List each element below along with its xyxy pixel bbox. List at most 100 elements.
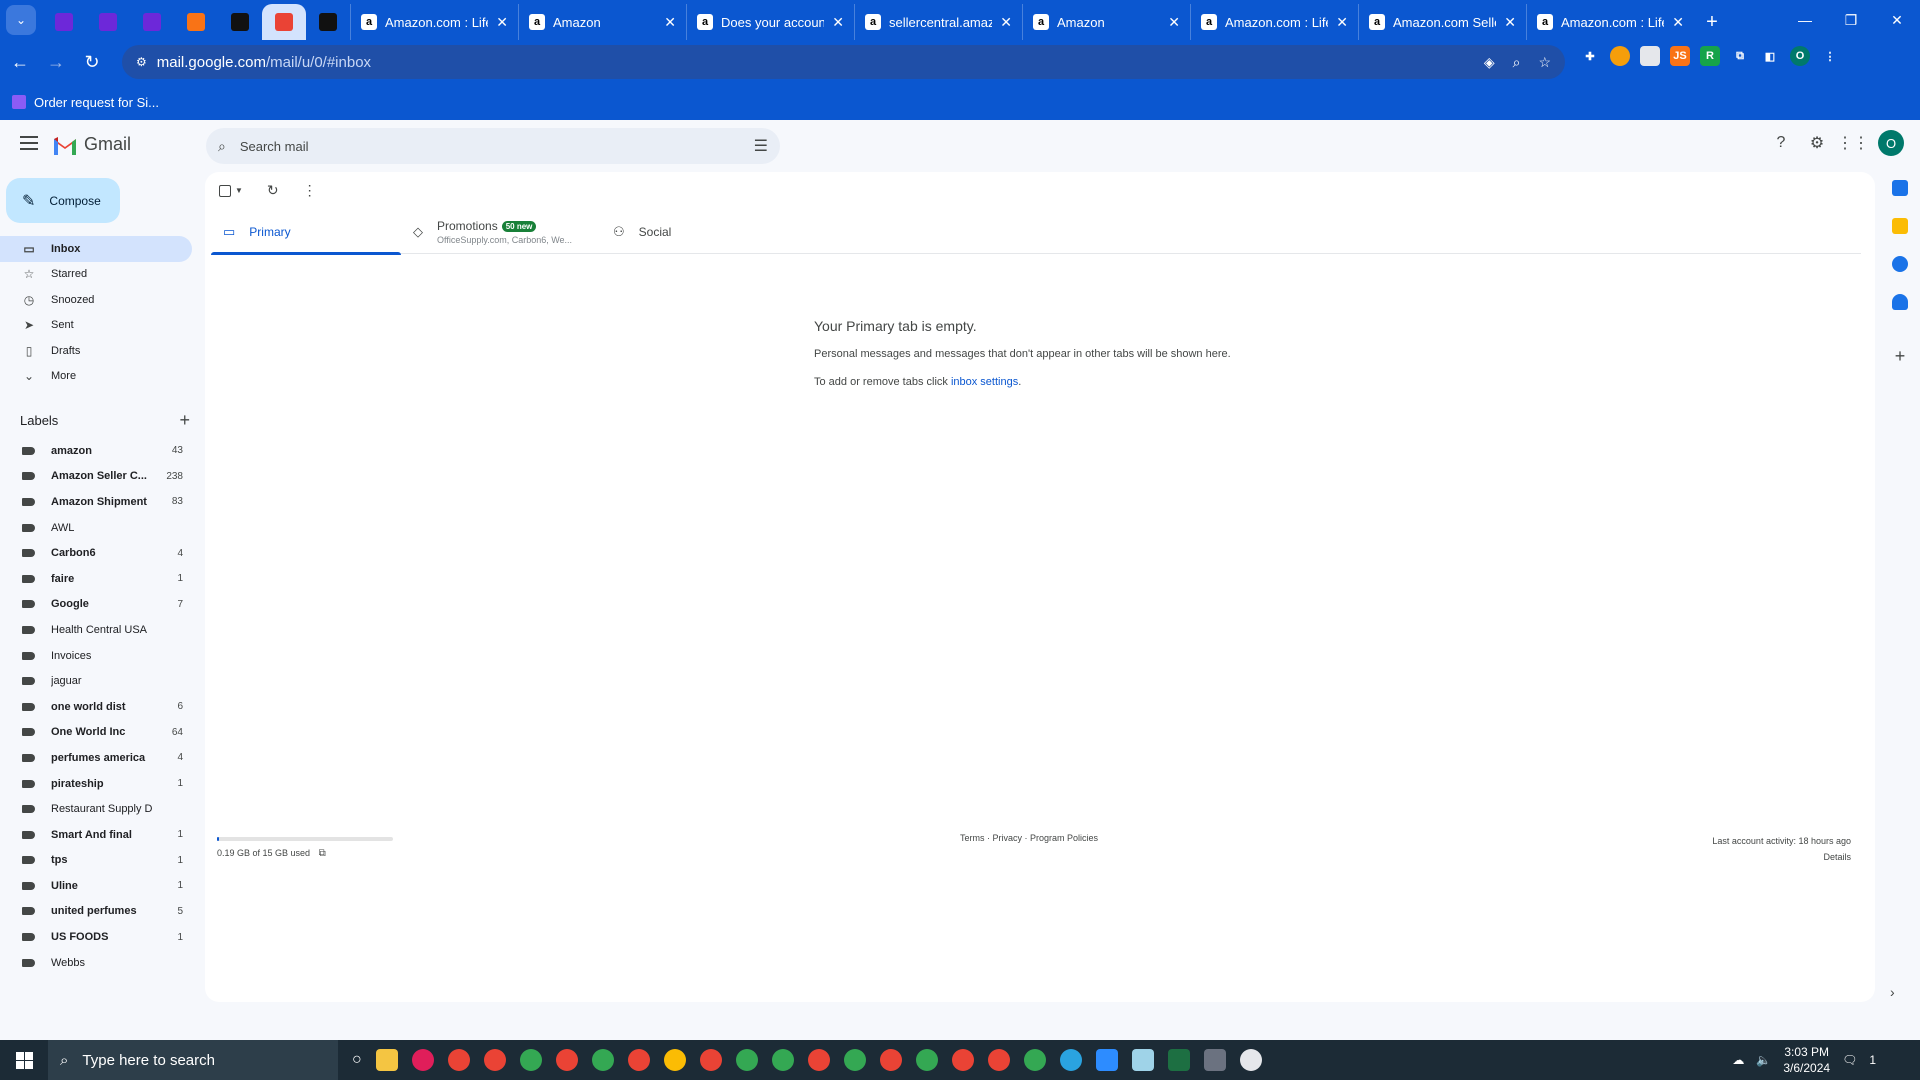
browser-tab[interactable]: a Amazon ✕ — [1022, 4, 1190, 40]
chrome-profile-icon[interactable] — [987, 1049, 1010, 1071]
footer-links[interactable]: Terms · Privacy · Program Policies — [960, 833, 1098, 843]
chrome-profile-icon[interactable] — [663, 1049, 686, 1071]
close-tab-icon[interactable]: ✕ — [1000, 14, 1012, 31]
nav-item-more[interactable]: ⌄ More — [0, 364, 192, 390]
main-menu-icon[interactable] — [20, 136, 38, 150]
label-item[interactable]: Carbon6 4 — [0, 540, 192, 566]
slack-icon[interactable] — [411, 1049, 434, 1071]
label-item[interactable]: AWL — [0, 515, 192, 541]
extension-js-icon[interactable]: JS — [1670, 46, 1690, 66]
label-item[interactable]: one world dist 6 — [0, 694, 192, 720]
profile-avatar[interactable]: O — [1790, 46, 1810, 66]
close-tab-icon[interactable]: ✕ — [832, 14, 844, 31]
gmail-logo[interactable]: Gmail — [52, 134, 131, 155]
chrome-profile-icon[interactable] — [951, 1049, 974, 1071]
tab-promotions[interactable]: ◇ Promotions 50 new OfficeSupply.com, Ca… — [401, 210, 601, 254]
restore-button[interactable]: ❐ — [1828, 0, 1874, 40]
notepad-icon[interactable] — [1131, 1049, 1154, 1071]
settings-gear-icon[interactable]: ⚙ — [1806, 132, 1828, 154]
chrome-profile-icon[interactable] — [555, 1049, 578, 1071]
bookmark-star-icon[interactable]: ☆ — [1538, 54, 1551, 71]
excel-icon[interactable] — [1167, 1049, 1190, 1071]
reload-button[interactable]: ↻ — [76, 46, 108, 78]
search-icon[interactable]: ⌕ — [218, 138, 226, 155]
extensions-menu-icon[interactable]: ⧉ — [1730, 46, 1750, 66]
pinned-tab-purple-app-3[interactable] — [130, 4, 174, 40]
chrome-profile-icon[interactable] — [627, 1049, 650, 1071]
zoom-icon[interactable]: ⌕ — [1513, 54, 1521, 71]
inbox-settings-link[interactable]: inbox settings — [951, 376, 1018, 388]
extension-green-icon[interactable]: R — [1700, 46, 1720, 66]
extension-orange-icon[interactable] — [1610, 46, 1630, 66]
chrome-profile-icon[interactable] — [1023, 1049, 1046, 1071]
get-addons-icon[interactable]: + — [1895, 346, 1906, 367]
telegram-icon[interactable] — [1059, 1049, 1082, 1071]
browser-tab[interactable]: a Amazon.com : Life ✕ — [1526, 4, 1694, 40]
minimize-button[interactable]: — — [1782, 0, 1828, 40]
back-button[interactable]: ← — [4, 46, 36, 78]
label-item[interactable]: Health Central USA — [0, 617, 192, 643]
label-item[interactable]: Google 7 — [0, 592, 192, 618]
more-options-icon[interactable]: ⋮ — [303, 182, 317, 199]
keep-icon[interactable] — [1892, 218, 1908, 234]
close-tab-icon[interactable]: ✕ — [1672, 14, 1684, 31]
network-icon[interactable]: ☁ — [1732, 1053, 1744, 1067]
pinned-tab-amazon[interactable] — [218, 4, 262, 40]
speaker-icon[interactable]: 🔈 — [1756, 1053, 1771, 1067]
nav-item-drafts[interactable]: ▯ Drafts — [0, 338, 192, 364]
create-label-icon[interactable]: + — [179, 410, 190, 431]
chrome-profile-icon[interactable] — [447, 1049, 470, 1071]
label-item[interactable]: pirateship 1 — [0, 771, 192, 797]
chrome-profile-icon[interactable] — [807, 1049, 830, 1071]
label-item[interactable]: Amazon Seller C... 238 — [0, 464, 192, 490]
label-item[interactable]: amazon 43 — [0, 438, 192, 464]
nav-item-sent[interactable]: ➤ Sent — [0, 313, 192, 339]
extension-grey-icon[interactable] — [1640, 46, 1660, 66]
pinned-tab-purple-app-2[interactable] — [86, 4, 130, 40]
file-explorer-icon[interactable] — [375, 1049, 398, 1071]
chrome-profile-icon[interactable] — [483, 1049, 506, 1071]
tab-search-button[interactable]: ⌄ — [6, 5, 36, 35]
chrome-profile-icon[interactable] — [915, 1049, 938, 1071]
refresh-icon[interactable]: ↻ — [267, 182, 279, 199]
show-side-panel-icon[interactable]: › — [1890, 984, 1895, 1000]
forward-button[interactable]: → — [40, 46, 72, 78]
close-tab-icon[interactable]: ✕ — [1504, 14, 1516, 31]
zoom-icon[interactable] — [1095, 1049, 1118, 1071]
label-item[interactable]: US FOODS 1 — [0, 924, 192, 950]
close-tab-icon[interactable]: ✕ — [496, 14, 508, 31]
chrome-profile-icon[interactable] — [519, 1049, 542, 1071]
notifications-icon[interactable]: 🗨 — [1842, 1053, 1857, 1067]
browser-menu-icon[interactable]: ⋮ — [1820, 46, 1840, 66]
bookmark-item[interactable]: Order request for Si... — [34, 95, 159, 110]
chrome-profile-icon[interactable] — [843, 1049, 866, 1071]
nav-item-starred[interactable]: ☆ Starred — [0, 262, 192, 288]
close-tab-icon[interactable]: ✕ — [1168, 14, 1180, 31]
calendar-icon[interactable] — [1892, 180, 1908, 196]
browser-tab[interactable]: a sellercentral.amaz ✕ — [854, 4, 1022, 40]
search-options-icon[interactable]: ☰ — [754, 136, 768, 156]
browser-tab[interactable]: a Amazon.com : Life ✕ — [1190, 4, 1358, 40]
search-bar[interactable]: ⌕ Search mail ☰ — [206, 128, 780, 164]
activity-details-link[interactable]: Details — [1712, 849, 1851, 865]
extension-puzzle-piece-icon[interactable]: ✚ — [1580, 46, 1600, 66]
label-item[interactable]: Restaurant Supply D — [0, 796, 192, 822]
snipping-tool-icon[interactable] — [1239, 1049, 1262, 1071]
label-item[interactable]: Webbs — [0, 950, 192, 976]
browser-tab[interactable]: a Amazon.com : Life ✕ — [350, 4, 518, 40]
label-item[interactable]: One World Inc 64 — [0, 720, 192, 746]
pinned-tab-amazon[interactable] — [306, 4, 350, 40]
address-bar[interactable]: ⚙ mail.google.com/mail/u/0/#inbox ◈ ⌕ ☆ — [122, 45, 1565, 79]
tasks-icon[interactable] — [1892, 256, 1908, 272]
browser-tab[interactable]: a Amazon.com Selle ✕ — [1358, 4, 1526, 40]
select-all-checkbox[interactable]: ▼ — [219, 184, 243, 197]
pinned-tab-purple-app-1[interactable] — [42, 4, 86, 40]
close-tab-icon[interactable]: ✕ — [664, 14, 676, 31]
tab-social[interactable]: ⚇ Social — [601, 210, 791, 254]
site-info-icon[interactable]: ⚙ — [136, 55, 147, 69]
side-panel-icon[interactable]: ◧ — [1760, 46, 1780, 66]
browser-tab[interactable]: a Does your account ✕ — [686, 4, 854, 40]
label-item[interactable]: Uline 1 — [0, 873, 192, 899]
open-storage-icon[interactable]: ⧉ — [319, 848, 326, 859]
clock[interactable]: 3:03 PM 3/6/2024 — [1783, 1044, 1830, 1076]
